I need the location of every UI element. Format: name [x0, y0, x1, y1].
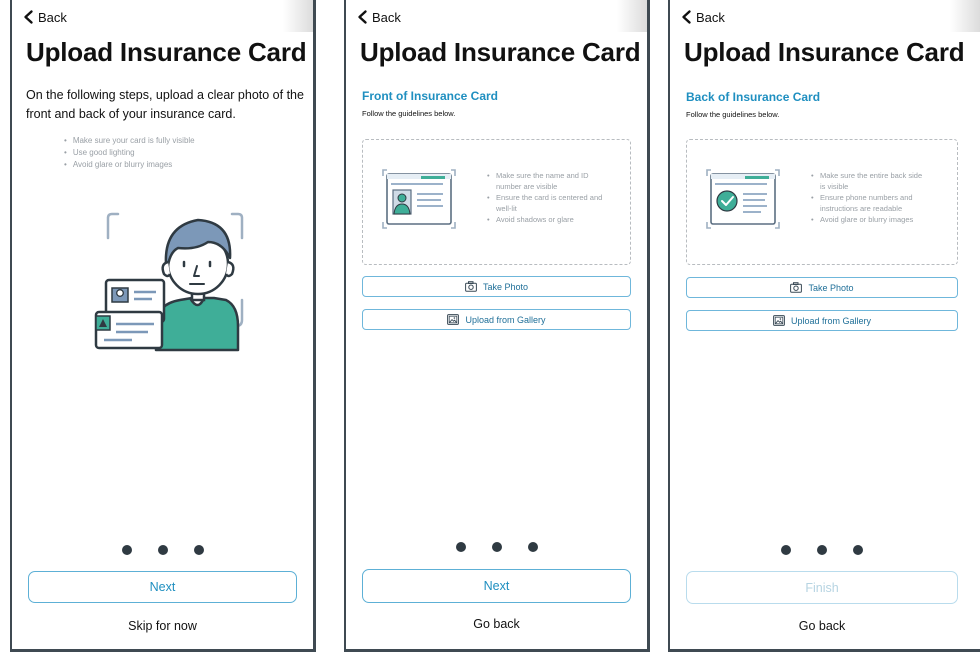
tip-item: Use good lighting	[64, 147, 195, 159]
camera-icon	[790, 282, 803, 293]
intro-text: On the following steps, upload a clear p…	[26, 88, 304, 121]
id-card-front-icon	[382, 169, 456, 229]
page-dot	[121, 545, 132, 555]
page-dot	[157, 545, 168, 555]
intro-screen: Back Upload Insurance Card On the follow…	[10, 0, 316, 652]
next-button[interactable]: Next	[362, 569, 631, 603]
guideline-item: Ensure the card is centered and well-lit	[487, 192, 605, 214]
section-title: Front of Insurance Card	[362, 89, 499, 103]
page-dot	[193, 545, 204, 555]
page-title: Upload Insurance Card	[684, 37, 965, 67]
page-indicator	[346, 542, 647, 552]
back-card-screen: Back Upload Insurance Card Back of Insur…	[668, 0, 980, 652]
chevron-left-icon	[358, 10, 367, 24]
tip-item: Make sure your card is fully visible	[64, 135, 195, 147]
page-indicator	[670, 545, 974, 555]
tips-list: Make sure your card is fully visible Use…	[64, 135, 195, 171]
camera-icon	[465, 281, 477, 292]
page-dot	[817, 545, 827, 555]
id-card-back-icon	[706, 169, 780, 229]
gallery-icon	[773, 315, 785, 326]
take-photo-button[interactable]: Take Photo	[686, 277, 958, 298]
next-button[interactable]: Next	[28, 571, 297, 603]
back-button[interactable]: Back	[679, 9, 725, 25]
page-dot	[527, 542, 538, 552]
gallery-icon	[447, 314, 460, 325]
card-capture-area[interactable]: Make sure the entire back side is visibl…	[686, 139, 958, 265]
back-label: Back	[38, 9, 67, 25]
back-button[interactable]: Back	[21, 9, 67, 25]
chevron-left-icon	[682, 10, 691, 24]
section-note: Follow the guidelines below.	[686, 110, 780, 119]
page-dot	[491, 542, 502, 552]
tip-item: Avoid glare or blurry images	[64, 159, 195, 171]
finish-button[interactable]: Finish	[686, 571, 958, 604]
front-card-screen: Back Upload Insurance Card Front of Insu…	[344, 0, 650, 652]
card-capture-area[interactable]: Make sure the name and ID number are vis…	[362, 139, 631, 265]
guideline-item: Ensure phone numbers and instructions ar…	[811, 192, 929, 214]
back-button[interactable]: Back	[355, 9, 401, 25]
back-label: Back	[696, 9, 725, 25]
person-with-card-illustration	[94, 212, 244, 352]
page-dot	[455, 542, 466, 552]
upload-gallery-button[interactable]: Upload from Gallery	[362, 309, 631, 330]
take-photo-label: Take Photo	[808, 282, 854, 293]
take-photo-button[interactable]: Take Photo	[362, 276, 631, 297]
section-title: Back of Insurance Card	[686, 90, 821, 104]
page-dot	[853, 545, 863, 555]
guideline-item: Make sure the name and ID number are vis…	[487, 170, 605, 192]
page-title: Upload Insurance Card	[26, 37, 307, 67]
go-back-link[interactable]: Go back	[670, 619, 974, 633]
guideline-item: Avoid glare or blurry images	[811, 214, 929, 225]
guidelines-list: Make sure the name and ID number are vis…	[487, 170, 605, 225]
guidelines-list: Make sure the entire back side is visibl…	[811, 170, 929, 225]
chevron-left-icon	[24, 10, 33, 24]
page-indicator	[12, 545, 313, 555]
back-label: Back	[372, 9, 401, 25]
upload-gallery-button[interactable]: Upload from Gallery	[686, 310, 958, 331]
take-photo-label: Take Photo	[482, 281, 529, 292]
go-back-link[interactable]: Go back	[346, 617, 647, 631]
page-dot	[781, 545, 791, 555]
guideline-item: Make sure the entire back side is visibl…	[811, 170, 929, 192]
skip-link[interactable]: Skip for now	[12, 619, 313, 633]
section-note: Follow the guidelines below.	[362, 109, 456, 118]
upload-gallery-label: Upload from Gallery	[790, 315, 872, 326]
upload-gallery-label: Upload from Gallery	[465, 314, 546, 325]
page-title: Upload Insurance Card	[360, 37, 641, 67]
guideline-item: Avoid shadows or glare	[487, 214, 605, 225]
